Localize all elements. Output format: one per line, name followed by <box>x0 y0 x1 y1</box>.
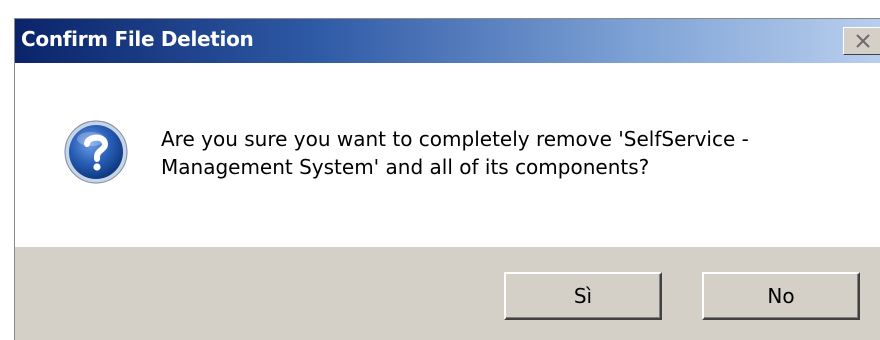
no-button[interactable]: No <box>702 272 860 320</box>
yes-button[interactable]: Sì <box>504 272 662 320</box>
question-icon <box>64 120 128 184</box>
dialog-title: Confirm File Deletion <box>21 27 254 51</box>
title-bar[interactable]: Confirm File Deletion <box>15 19 880 63</box>
confirmation-message: Are you sure you want to completely remo… <box>161 125 861 181</box>
dialog-content: Are you sure you want to completely remo… <box>15 63 880 247</box>
message-line: Management System' and all of its compon… <box>161 155 650 179</box>
close-button[interactable] <box>843 27 880 55</box>
message-line: Are you sure you want to completely remo… <box>161 127 749 151</box>
close-icon <box>856 34 870 48</box>
button-bar: Sì No <box>15 247 880 340</box>
confirm-dialog: Confirm File Deletion Are you sure you w… <box>14 18 880 340</box>
